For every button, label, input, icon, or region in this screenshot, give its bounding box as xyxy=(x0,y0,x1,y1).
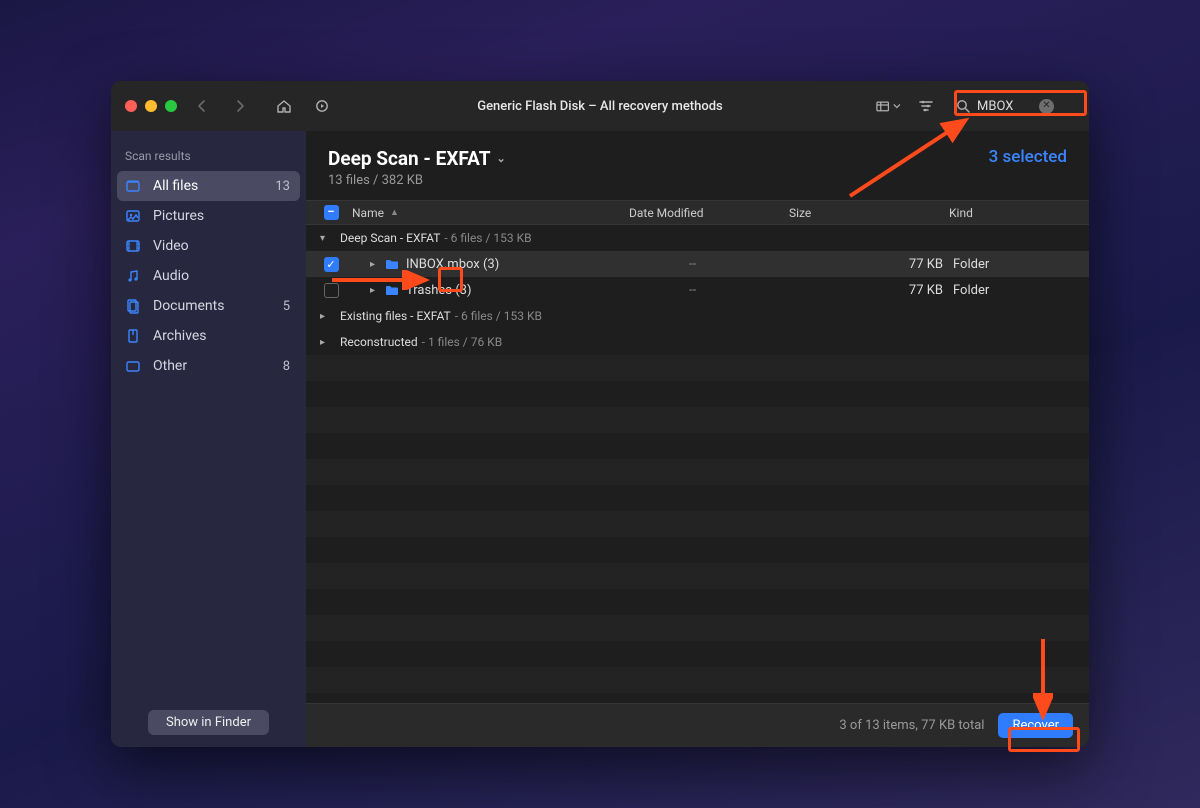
disclosure-triangle-icon[interactable]: ▾ xyxy=(320,233,334,244)
refresh-scan-button[interactable] xyxy=(309,93,335,119)
column-kind[interactable]: Kind xyxy=(949,206,1079,220)
sidebar-item-documents[interactable]: Documents 5 xyxy=(111,291,306,321)
search-input[interactable] xyxy=(977,99,1033,114)
file-name: Trashes (3) xyxy=(406,283,689,298)
nav-back-button[interactable] xyxy=(189,93,215,119)
all-files-icon xyxy=(125,178,143,194)
video-icon xyxy=(125,238,143,254)
sidebar-item-other[interactable]: Other 8 xyxy=(111,351,306,381)
maximize-window-button[interactable] xyxy=(165,100,177,112)
filter-settings-button[interactable] xyxy=(913,93,939,119)
close-window-button[interactable] xyxy=(125,100,137,112)
audio-icon xyxy=(125,268,143,284)
disclosure-triangle-icon[interactable]: ▸ xyxy=(370,259,384,270)
sidebar-item-pictures[interactable]: Pictures xyxy=(111,201,306,231)
folder-icon xyxy=(384,256,406,272)
column-header: − Name▲ Date Modified Size Kind xyxy=(306,200,1089,225)
file-row[interactable]: ✓ ▸ INBOX.mbox (3) -- 77 KB Folder xyxy=(306,251,1089,277)
select-all-checkbox[interactable]: − xyxy=(324,205,339,220)
search-icon xyxy=(955,98,971,114)
file-date: -- xyxy=(689,283,849,298)
footer: 3 of 13 items, 77 KB total Recover xyxy=(306,703,1089,747)
other-icon xyxy=(125,358,143,374)
column-size[interactable]: Size xyxy=(789,206,949,220)
main-header: Deep Scan - EXFAT ⌄ 13 files / 382 KB 3 … xyxy=(306,131,1089,200)
clear-search-button[interactable]: ✕ xyxy=(1039,99,1054,114)
sidebar-header: Scan results xyxy=(111,131,306,171)
show-in-finder-button[interactable]: Show in Finder xyxy=(148,710,269,735)
disclosure-triangle-icon[interactable]: ▸ xyxy=(320,311,334,322)
column-date-modified[interactable]: Date Modified xyxy=(629,206,789,220)
group-reconstructed[interactable]: ▸ Reconstructed - 1 files / 76 KB xyxy=(306,329,1089,355)
chevron-down-icon: ⌄ xyxy=(497,152,506,165)
main-panel: Deep Scan - EXFAT ⌄ 13 files / 382 KB 3 … xyxy=(306,131,1089,747)
sidebar-item-label: Pictures xyxy=(153,208,204,224)
file-size: 77 KB xyxy=(849,257,949,272)
sidebar-item-label: Documents xyxy=(153,298,224,314)
view-options-button[interactable] xyxy=(875,93,901,119)
disclosure-triangle-icon[interactable]: ▸ xyxy=(370,285,384,296)
pictures-icon xyxy=(125,208,143,224)
file-size: 77 KB xyxy=(849,283,949,298)
sidebar-item-badge: 8 xyxy=(283,359,292,374)
app-window: Generic Flash Disk – All recovery method… xyxy=(111,81,1089,747)
recover-button[interactable]: Recover xyxy=(998,713,1073,738)
file-name: INBOX.mbox (3) xyxy=(406,257,689,272)
scan-title-text: Deep Scan - EXFAT xyxy=(328,147,491,170)
file-row[interactable]: ▸ Trashes (3) -- 77 KB Folder xyxy=(306,277,1089,303)
file-kind: Folder xyxy=(949,283,1079,298)
group-existing-files[interactable]: ▸ Existing files - EXFAT - 6 files / 153… xyxy=(306,303,1089,329)
sidebar-item-label: Audio xyxy=(153,268,189,284)
window-controls xyxy=(125,100,177,112)
sidebar-item-audio[interactable]: Audio xyxy=(111,261,306,291)
nav-forward-button[interactable] xyxy=(227,93,253,119)
sidebar-item-badge: 5 xyxy=(283,299,292,314)
selected-count: 3 selected xyxy=(989,147,1067,167)
minimize-window-button[interactable] xyxy=(145,100,157,112)
scan-title[interactable]: Deep Scan - EXFAT ⌄ xyxy=(328,147,506,170)
scan-subtitle: 13 files / 382 KB xyxy=(328,173,506,188)
archives-icon xyxy=(125,328,143,344)
sidebar-item-badge: 13 xyxy=(275,179,292,194)
sidebar-item-video[interactable]: Video xyxy=(111,231,306,261)
sort-ascending-icon: ▲ xyxy=(390,207,399,218)
file-kind: Folder xyxy=(949,257,1079,272)
footer-info: 3 of 13 items, 77 KB total xyxy=(839,718,984,733)
sidebar-item-all-files[interactable]: All files 13 xyxy=(117,171,300,201)
column-name[interactable]: Name▲ xyxy=(346,206,629,220)
disclosure-triangle-icon[interactable]: ▸ xyxy=(320,337,334,348)
file-checkbox[interactable]: ✓ xyxy=(324,257,339,272)
search-box[interactable]: ✕ xyxy=(951,94,1075,118)
empty-rows xyxy=(306,355,1089,703)
documents-icon xyxy=(125,298,143,314)
file-list: ▾ Deep Scan - EXFAT - 6 files / 153 KB ✓… xyxy=(306,225,1089,703)
sidebar-item-label: All files xyxy=(153,178,198,194)
sidebar-item-label: Other xyxy=(153,358,187,374)
folder-icon xyxy=(384,282,406,298)
sidebar: Scan results All files 13 Pictures Video… xyxy=(111,131,306,747)
sidebar-item-label: Archives xyxy=(153,328,207,344)
titlebar: Generic Flash Disk – All recovery method… xyxy=(111,81,1089,131)
sidebar-item-label: Video xyxy=(153,238,189,254)
group-deep-scan[interactable]: ▾ Deep Scan - EXFAT - 6 files / 153 KB xyxy=(306,225,1089,251)
file-checkbox[interactable] xyxy=(324,283,339,298)
sidebar-item-archives[interactable]: Archives xyxy=(111,321,306,351)
home-button[interactable] xyxy=(271,93,297,119)
file-date: -- xyxy=(689,257,849,272)
